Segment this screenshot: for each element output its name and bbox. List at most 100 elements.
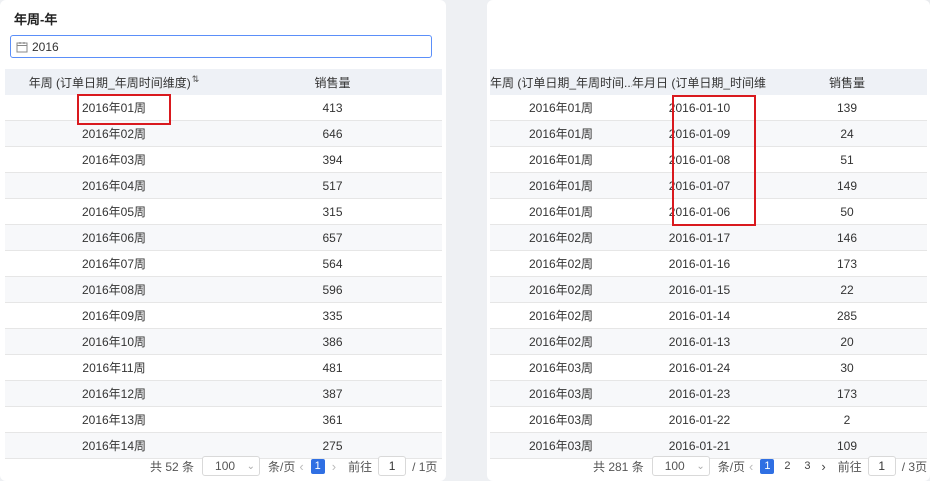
column-header-year-week[interactable]: 年周 (订单日期_年周时间...⇅ xyxy=(490,69,632,95)
table-row[interactable]: 2016年04周 517 xyxy=(5,172,442,199)
total-count: 共 52 条 xyxy=(150,459,195,474)
cell-date: 2016-01-22 xyxy=(632,406,767,433)
page-size-select[interactable]: 100 ⌄ xyxy=(202,456,261,476)
cell-sales: 51 xyxy=(767,146,927,173)
chevron-left-icon[interactable]: ‹ xyxy=(299,459,303,474)
cell-sales: 315 xyxy=(223,198,442,225)
cell-year-week: 2016年09周 xyxy=(5,302,223,329)
table-row[interactable]: 2016年09周 335 xyxy=(5,302,442,329)
table-row[interactable]: 2016年01周 2016-01-07 149 xyxy=(490,172,927,199)
column-header-sales[interactable]: 销售量 xyxy=(223,69,442,95)
page-button-1[interactable]: 1 xyxy=(310,458,325,474)
cell-year-week: 2016年03周 xyxy=(490,432,632,459)
cell-year-week: 2016年01周 xyxy=(490,146,632,173)
table-row[interactable]: 2016年01周 2016-01-06 50 xyxy=(490,198,927,225)
cell-year-week: 2016年13周 xyxy=(5,406,223,433)
chevron-right-icon[interactable]: › xyxy=(821,459,825,474)
table-row[interactable]: 2016年06周 657 xyxy=(5,224,442,251)
filter-value: 2016 xyxy=(32,39,59,54)
cell-date: 2016-01-16 xyxy=(632,250,767,277)
per-page-label: 条/页 xyxy=(268,459,296,474)
cell-sales: 146 xyxy=(767,224,927,251)
cell-year-week: 2016年01周 xyxy=(490,120,632,147)
cell-year-week: 2016年05周 xyxy=(5,198,223,225)
cell-year-week: 2016年01周 xyxy=(5,95,223,121)
table-row[interactable]: 2016年01周 2016-01-08 51 xyxy=(490,146,927,173)
table-row[interactable]: 2016年01周 2016-01-10 139 xyxy=(490,95,927,121)
cell-year-week: 2016年04周 xyxy=(5,172,223,199)
table-row[interactable]: 2016年03周 2016-01-21 109 xyxy=(490,432,927,459)
cell-sales: 2 xyxy=(767,406,927,433)
page-button-2[interactable]: 2 xyxy=(780,459,794,474)
chevron-right-icon[interactable]: › xyxy=(332,459,336,474)
table-row[interactable]: 2016年02周 2016-01-14 285 xyxy=(490,302,927,329)
cell-sales: 22 xyxy=(767,276,927,303)
table-row[interactable]: 2016年05周 315 xyxy=(5,198,442,225)
table-row[interactable]: 2016年08周 596 xyxy=(5,276,442,303)
cell-date: 2016-01-06 xyxy=(632,198,767,225)
cell-year-week: 2016年12周 xyxy=(5,380,223,407)
cell-sales: 564 xyxy=(223,250,442,277)
cell-date: 2016-01-24 xyxy=(632,354,767,381)
table-row[interactable]: 2016年03周 2016-01-24 30 xyxy=(490,354,927,381)
cell-sales: 386 xyxy=(223,328,442,355)
per-page-label: 条/页 xyxy=(717,459,746,474)
calendar-icon xyxy=(16,41,28,52)
chevron-down-icon: ⌄ xyxy=(246,460,256,472)
page-button-1[interactable]: 1 xyxy=(760,458,775,474)
cell-date: 2016-01-15 xyxy=(632,276,767,303)
page-size-select[interactable]: 100 ⌄ xyxy=(651,456,710,476)
cell-year-week: 2016年01周 xyxy=(490,172,632,199)
chevron-left-icon[interactable]: ‹ xyxy=(749,459,753,474)
table-row[interactable]: 2016年02周 2016-01-16 173 xyxy=(490,250,927,277)
cell-sales: 173 xyxy=(767,380,927,407)
table-row[interactable]: 2016年01周 2016-01-09 24 xyxy=(490,120,927,147)
cell-sales: 481 xyxy=(223,354,442,381)
table-row[interactable]: 2016年02周 2016-01-13 20 xyxy=(490,328,927,355)
total-count: 共 281 条 xyxy=(593,459,644,474)
table-row[interactable]: 2016年14周 275 xyxy=(5,432,442,459)
cell-year-week: 2016年02周 xyxy=(490,276,632,303)
table-row[interactable]: 2016年01周 413 xyxy=(5,95,442,121)
table-row[interactable]: 2016年02周 646 xyxy=(5,120,442,147)
table-row[interactable]: 2016年03周 394 xyxy=(5,146,442,173)
sort-asc-icon[interactable]: ⇅ xyxy=(192,74,200,84)
cell-year-week: 2016年14周 xyxy=(5,432,223,459)
table-row[interactable]: 2016年11周 481 xyxy=(5,354,442,381)
cell-date: 2016-01-13 xyxy=(632,328,767,355)
table-row[interactable]: 2016年03周 2016-01-23 173 xyxy=(490,380,927,407)
cell-year-week: 2016年03周 xyxy=(490,406,632,433)
table-row[interactable]: 2016年12周 387 xyxy=(5,380,442,407)
cell-date: 2016-01-17 xyxy=(632,224,767,251)
goto-page-input[interactable]: 1 xyxy=(867,456,896,476)
cell-year-week: 2016年02周 xyxy=(490,302,632,329)
cell-year-week: 2016年02周 xyxy=(490,250,632,277)
table-row[interactable]: 2016年02周 2016-01-15 22 xyxy=(490,276,927,303)
cell-sales: 139 xyxy=(767,95,927,121)
year-filter-input[interactable]: 2016 xyxy=(10,35,432,58)
cell-year-week: 2016年02周 xyxy=(490,328,632,355)
goto-page-input[interactable]: 1 xyxy=(378,456,407,476)
chevron-down-icon: ⌄ xyxy=(696,460,705,472)
table-row[interactable]: 2016年10周 386 xyxy=(5,328,442,355)
table-row[interactable]: 2016年02周 2016-01-17 146 xyxy=(490,224,927,251)
right-data-table: 年周 (订单日期_年周时间...⇅ 年月日 (订单日期_时间维...↓ 销售量 … xyxy=(490,69,927,459)
right-panel: 年周 (订单日期_年周时间...⇅ 年月日 (订单日期_时间维...↓ 销售量 … xyxy=(487,0,930,481)
cell-year-week: 2016年03周 xyxy=(490,354,632,381)
cell-sales: 24 xyxy=(767,120,927,147)
table-row[interactable]: 2016年13周 361 xyxy=(5,406,442,433)
column-header-sales[interactable]: 销售量 xyxy=(767,69,927,95)
cell-sales: 413 xyxy=(223,95,442,121)
total-pages: / 3页 xyxy=(901,459,928,474)
column-header-date[interactable]: 年月日 (订单日期_时间维...↓ xyxy=(632,69,767,95)
cell-year-week: 2016年10周 xyxy=(5,328,223,355)
table-row[interactable]: 2016年07周 564 xyxy=(5,250,442,277)
page-button-3[interactable]: 3 xyxy=(800,459,814,474)
table-row[interactable]: 2016年03周 2016-01-22 2 xyxy=(490,406,927,433)
cell-year-week: 2016年08周 xyxy=(5,276,223,303)
column-header-year-week[interactable]: 年周 (订单日期_年周时间维度)⇅ xyxy=(5,69,223,95)
cell-sales: 596 xyxy=(223,276,442,303)
cell-sales: 20 xyxy=(767,328,927,355)
right-pagination: 共 281 条 100 ⌄ 条/页 ‹ 1 2 3 › 前往 1 / 3页 xyxy=(593,456,927,476)
cell-date: 2016-01-14 xyxy=(632,302,767,329)
